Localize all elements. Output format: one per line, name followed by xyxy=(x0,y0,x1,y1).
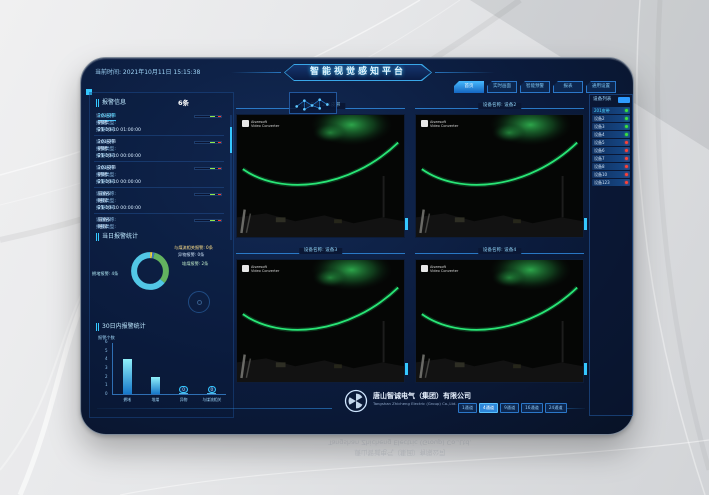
gauge-decor xyxy=(188,291,210,313)
video-feed[interactable]: AiseesoftVideo Converter xyxy=(236,259,405,383)
company-name-cn: 唐山智诚电气（集团）有限公司 xyxy=(373,392,471,401)
video-panel-2[interactable]: 设备名称: 设备2 AiseesoftVideo Converter xyxy=(413,102,586,238)
watermark-logo-icon xyxy=(421,120,428,127)
channel-9-button[interactable]: 9通道 xyxy=(500,403,519,413)
monthly-alarm-bar-chart: 4拥堵2堆煤0异物0与煤流相关0123456 xyxy=(102,343,230,413)
alarm-indicator xyxy=(194,167,222,170)
device-list-item[interactable]: 设备5 xyxy=(592,139,630,146)
status-dot xyxy=(625,149,628,152)
video-watermark: AiseesoftVideo Converter xyxy=(421,265,458,274)
status-dot xyxy=(625,117,628,120)
watermark-logo-icon xyxy=(242,265,249,272)
device-list-item[interactable]: 设备6 xyxy=(592,147,630,154)
channel-16-button[interactable]: 16通道 xyxy=(521,403,543,413)
device-list-item[interactable]: 设备123 xyxy=(592,179,630,186)
footer-line-left xyxy=(97,408,332,409)
channel-24-button[interactable]: 24通道 xyxy=(545,403,567,413)
video-panel-3[interactable]: 设备名称: 设备3 AiseesoftVideo Converter xyxy=(234,247,407,383)
status-dot xyxy=(625,181,628,184)
current-time: 当前时间: 2021年10月11日 15:15:38 xyxy=(95,69,200,77)
alarm-indicator xyxy=(194,115,222,118)
status-dot xyxy=(625,157,628,160)
alarm-list-item[interactable]: 设备名称:201皮带 报警类型:拥堵 报警时间:21-10-10 00:00:0… xyxy=(94,139,224,162)
status-dot xyxy=(625,133,628,136)
page-title: 智能视觉感知平台 xyxy=(310,67,406,78)
alarm-panel: 报警信息 6条 设备名称:201皮带 报警类型:拥堵 报警时间:21-10-10… xyxy=(89,92,234,418)
video-feed[interactable]: AiseesoftVideo Converter xyxy=(415,114,584,238)
alarm-panel-title: 报警信息 xyxy=(96,99,126,107)
tab-live-view[interactable]: 实时画面 xyxy=(487,81,517,93)
alarm-list-scrollbar[interactable] xyxy=(230,115,232,240)
video-panel-header: 设备名称: 设备4 xyxy=(413,247,586,259)
device-list-item[interactable]: 设备4 xyxy=(592,131,630,138)
alarm-indicator xyxy=(194,219,222,222)
video-scene xyxy=(416,260,583,382)
video-panel-title: 设备名称: 设备2 xyxy=(478,103,522,109)
monthly-stats-title: 30日内报警统计 xyxy=(96,323,146,331)
watermark-logo-icon xyxy=(421,265,428,272)
dashboard-screen: 当前时间: 2021年10月11日 15:15:38 智能视觉感知平台 首页 实… xyxy=(80,57,634,435)
tab-smart-warning[interactable]: 智能预警 xyxy=(520,81,550,93)
device-list-panel: 设备列表 201皮带 设备2 设备3 设备4 设备5 设备6 设备7 设备8 设… xyxy=(589,94,633,416)
header-line-right xyxy=(435,72,495,73)
device-list-item[interactable]: 设备3 xyxy=(592,123,630,130)
alarm-list-item[interactable]: 设备名称:201皮带 报警类型:拥堵 报警时间:21-10-10 01:00:0… xyxy=(94,113,224,136)
molecule-network-icon xyxy=(289,92,337,114)
page-title-plate: 智能视觉感知平台 xyxy=(284,64,432,81)
tab-home[interactable]: 首页 xyxy=(454,81,484,93)
video-panel-title: 设备名称: 设备4 xyxy=(478,248,522,254)
donut-callout: 拥堵报警: 4条 xyxy=(92,271,118,276)
device-list-item[interactable]: 设备2 xyxy=(592,115,630,122)
device-list-item[interactable]: 设备10 xyxy=(592,171,630,178)
alarm-indicator xyxy=(194,193,222,196)
top-nav-tabs: 首页 实时画面 智能预警 报表 通用设置 xyxy=(454,81,616,93)
video-panel-title: 设备名称: 设备3 xyxy=(299,248,343,254)
tab-report[interactable]: 报表 xyxy=(553,81,583,93)
alarm-list-item[interactable]: 设备名称:201皮带 报警类型:拥堵 报警时间:21-10-10 00:00:0… xyxy=(94,165,224,188)
video-panel-4[interactable]: 设备名称: 设备4 AiseesoftVideo Converter xyxy=(413,247,586,383)
video-panel-header: 设备名称: 设备2 xyxy=(413,102,586,114)
device-list-item[interactable]: 设备7 xyxy=(592,155,630,162)
channel-switcher: 1通道 4通道 9通道 16通道 24通道 xyxy=(458,403,567,413)
device-list-item[interactable]: 设备8 xyxy=(592,163,630,170)
alarm-list-item[interactable]: 设备名称:设备6 报警类型:堆煤 xyxy=(94,217,224,231)
donut-callout: 异物报警: 0条 xyxy=(178,252,204,257)
alarm-list-item[interactable]: 设备名称:设备6 报警类型:堆煤 报警时间:21-10-10 00:00:00 xyxy=(94,191,224,214)
screen-reflection-text: 唐山智诚电气（集团）有限公司 Tangshan Zhicheng Electri… xyxy=(280,437,520,457)
channel-4-button[interactable]: 4通道 xyxy=(479,403,498,413)
desktop-background: 当前时间: 2021年10月11日 15:15:38 智能视觉感知平台 首页 实… xyxy=(0,0,709,495)
status-dot xyxy=(625,109,628,112)
watermark-logo-icon xyxy=(242,120,249,127)
video-feed[interactable]: AiseesoftVideo Converter xyxy=(415,259,584,383)
donut-callout: 与煤流相关报警: 0条 xyxy=(174,245,213,250)
status-dot xyxy=(625,125,628,128)
video-panel-header: 设备名称: 设备3 xyxy=(234,247,407,259)
video-scene xyxy=(237,115,404,237)
daily-alarm-donut-chart xyxy=(130,251,170,291)
video-scene xyxy=(237,260,404,382)
status-dot xyxy=(625,141,628,144)
alarm-count-badge: 6条 xyxy=(178,99,189,107)
tab-settings[interactable]: 通用设置 xyxy=(586,81,616,93)
video-feed[interactable]: AiseesoftVideo Converter xyxy=(236,114,405,238)
video-panel-1[interactable]: 设备名称: 201皮带 AiseesoftVideo Converter xyxy=(234,102,407,238)
daily-stats-title: 当日报警统计 xyxy=(96,233,138,241)
donut-callout: 堆煤报警: 2条 xyxy=(182,261,208,266)
device-list-tab-pill[interactable] xyxy=(618,97,630,103)
status-dot xyxy=(625,165,628,168)
video-watermark: AiseesoftVideo Converter xyxy=(242,120,279,129)
status-dot xyxy=(625,173,628,176)
alarm-indicator xyxy=(194,141,222,144)
video-watermark: AiseesoftVideo Converter xyxy=(242,265,279,274)
device-list-item[interactable]: 201皮带 xyxy=(592,107,630,114)
device-list-title: 设备列表 xyxy=(593,97,611,103)
video-watermark: AiseesoftVideo Converter xyxy=(421,120,458,129)
company-logo-icon xyxy=(344,389,368,413)
device-list: 201皮带 设备2 设备3 设备4 设备5 设备6 设备7 设备8 设备10 设… xyxy=(592,107,630,187)
company-name-en: Tangshan Zhicheng Electric (Group) Co.,L… xyxy=(373,402,457,407)
video-scene xyxy=(416,115,583,237)
header-line-left xyxy=(231,72,281,73)
channel-1-button[interactable]: 1通道 xyxy=(458,403,477,413)
